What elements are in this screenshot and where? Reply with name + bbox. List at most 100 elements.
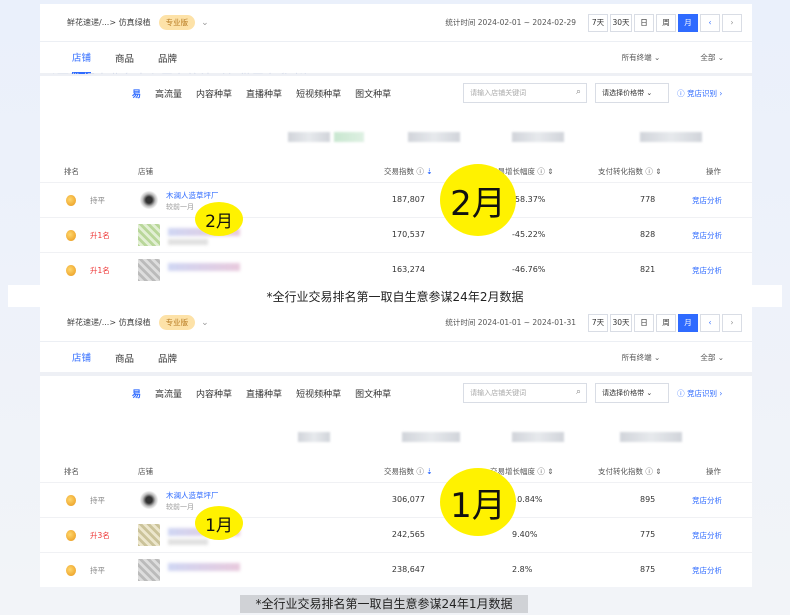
table-row: 升1名 163,274 -46.76% 821 竞店分析 bbox=[40, 252, 752, 287]
jan-pro-badge: 专业版 bbox=[158, 315, 196, 330]
analyze-link[interactable]: 竞店分析 bbox=[692, 530, 722, 541]
store-logo bbox=[138, 524, 160, 546]
period-7d-button[interactable]: 7天 bbox=[588, 13, 608, 32]
subtab-live[interactable]: 直播种草 bbox=[246, 87, 282, 100]
subtab-trade[interactable]: 易 bbox=[132, 387, 141, 400]
tab-product[interactable]: 商品 bbox=[115, 342, 134, 374]
price-band-label: 请选择价格带 bbox=[602, 89, 645, 97]
col-store: 店铺 bbox=[138, 167, 153, 176]
trade-growth: 9.40% bbox=[512, 530, 538, 539]
prev-arrow-icon[interactable]: ‹ bbox=[700, 313, 720, 332]
feb-breadcrumb[interactable]: 鲜花速递/...> 仿真绿植 bbox=[67, 17, 151, 28]
store-search-input[interactable]: 请输入店铺关键词 ⌕ bbox=[463, 383, 588, 403]
price-band-label: 请选择价格带 bbox=[602, 389, 645, 397]
col-conversion[interactable]: 支付转化指数 ⓘ ⇕ bbox=[598, 166, 662, 177]
subtab-image-text[interactable]: 图文种草 bbox=[355, 387, 391, 400]
next-arrow-icon[interactable]: › bbox=[722, 313, 742, 332]
subtab-short-video[interactable]: 短视频种草 bbox=[296, 387, 341, 400]
subtab-high-traffic[interactable]: 高流量 bbox=[155, 87, 182, 100]
medal-icon bbox=[66, 265, 76, 276]
period-day-button[interactable]: 日 bbox=[634, 13, 654, 32]
period-month-button[interactable]: 月 bbox=[678, 313, 698, 332]
month-highlight-bubble-small: 1月 bbox=[195, 506, 243, 540]
price-band-select[interactable]: 请选择价格带 ⌄ bbox=[595, 83, 670, 103]
period-30d-button[interactable]: 30天 bbox=[610, 13, 632, 32]
scope-label: 全部 bbox=[700, 53, 716, 62]
period-30d-button[interactable]: 30天 bbox=[610, 313, 632, 332]
col-trade-index[interactable]: 交易指数 ⓘ ⇣ bbox=[384, 466, 433, 477]
col-conversion[interactable]: 支付转化指数 ⓘ ⇕ bbox=[598, 466, 662, 477]
trade-index: 170,537 bbox=[391, 230, 425, 239]
trade-index: 163,274 bbox=[391, 265, 425, 274]
store-logo bbox=[138, 224, 160, 246]
scope-select[interactable]: 全部 ⌄ bbox=[700, 352, 724, 363]
search-placeholder: 请输入店铺关键词 bbox=[470, 89, 527, 97]
competitor-identify-link[interactable]: ⓘ 竞店识别 › bbox=[677, 88, 722, 99]
tab-store[interactable]: 店铺 bbox=[72, 42, 92, 74]
scope-select[interactable]: 全部 ⌄ bbox=[700, 52, 724, 63]
competitor-identify-link[interactable]: ⓘ 竞店识别 › bbox=[677, 388, 722, 399]
col-trade-index-label: 交易指数 bbox=[384, 467, 414, 476]
period-day-button[interactable]: 日 bbox=[634, 313, 654, 332]
blurred-metric bbox=[334, 132, 364, 142]
subtab-trade[interactable]: 易 bbox=[132, 87, 141, 100]
analyze-link[interactable]: 竞店分析 bbox=[692, 265, 722, 276]
chevron-down-icon[interactable]: ⌄ bbox=[201, 318, 209, 328]
tab-brand[interactable]: 品牌 bbox=[158, 42, 177, 74]
analyze-link[interactable]: 竞店分析 bbox=[692, 195, 722, 206]
competitor-identify-label: 竞店识别 bbox=[686, 88, 717, 98]
subtab-content[interactable]: 内容种草 bbox=[196, 387, 232, 400]
terminal-select[interactable]: 所有终端 ⌄ bbox=[622, 352, 661, 363]
col-trade-index[interactable]: 交易指数 ⓘ ⇣ bbox=[384, 166, 433, 177]
store-name[interactable]: 木澜人造草坪厂 bbox=[166, 190, 219, 201]
blurred-metric bbox=[620, 432, 682, 442]
blurred-metric bbox=[408, 132, 460, 142]
jan-breadcrumb[interactable]: 鲜花速递/...> 仿真绿植 bbox=[67, 317, 151, 328]
medal-icon bbox=[66, 565, 76, 576]
store-name[interactable]: 木澜人造草坪厂 bbox=[166, 490, 219, 501]
feb-caption: *全行业交易排名第一取自生意参谋24年2月数据 bbox=[266, 290, 524, 304]
jan-table-header: 排名 店铺 交易指数 ⓘ ⇣ 交易增长幅度 ⓘ ⇕ 支付转化指数 ⓘ ⇕ 操作 bbox=[40, 462, 752, 482]
tab-store[interactable]: 店铺 bbox=[72, 342, 92, 374]
competitor-identify-label: 竞店识别 bbox=[686, 388, 717, 398]
table-row: 持平 木澜人造草坪厂 较前一月 187,807 -58.37% 778 竞店分析 bbox=[40, 182, 752, 217]
terminal-select[interactable]: 所有终端 ⌄ bbox=[622, 52, 661, 63]
period-month-button[interactable]: 月 bbox=[678, 13, 698, 32]
chevron-down-icon[interactable]: ⌄ bbox=[201, 18, 209, 28]
rank-change: 持平 bbox=[90, 496, 105, 505]
rank-change: 持平 bbox=[90, 196, 105, 205]
search-icon: ⌕ bbox=[576, 87, 582, 97]
period-week-button[interactable]: 周 bbox=[656, 13, 676, 32]
price-band-select[interactable]: 请选择价格带 ⌄ bbox=[595, 383, 670, 403]
tab-brand[interactable]: 品牌 bbox=[158, 342, 177, 374]
table-row: 持平 木澜人造草坪厂 较前一月 306,077 10.84% 895 竞店分析 bbox=[40, 482, 752, 517]
analyze-link[interactable]: 竞店分析 bbox=[692, 565, 722, 576]
subtab-content[interactable]: 内容种草 bbox=[196, 87, 232, 100]
subtab-short-video[interactable]: 短视频种草 bbox=[296, 87, 341, 100]
analyze-link[interactable]: 竞店分析 bbox=[692, 230, 722, 241]
period-7d-button[interactable]: 7天 bbox=[588, 313, 608, 332]
store-search-input[interactable]: 请输入店铺关键词 ⌕ bbox=[463, 83, 588, 103]
col-action: 操作 bbox=[706, 467, 721, 476]
jan-period: 统计时间 2024-01-01 ~ 2024-01-31 bbox=[445, 318, 576, 327]
subtab-high-traffic[interactable]: 高流量 bbox=[155, 387, 182, 400]
conversion-index: 778 bbox=[640, 195, 656, 204]
rank-change: 持平 bbox=[90, 566, 105, 575]
search-icon: ⌕ bbox=[576, 387, 582, 397]
next-arrow-icon[interactable]: › bbox=[722, 13, 742, 32]
scope-label: 全部 bbox=[700, 353, 716, 362]
month-highlight-bubble: 2月 bbox=[440, 164, 516, 236]
conversion-index: 875 bbox=[640, 565, 656, 574]
subtab-live[interactable]: 直播种草 bbox=[246, 387, 282, 400]
prev-arrow-icon[interactable]: ‹ bbox=[700, 13, 720, 32]
table-row: 升3名 242,565 9.40% 775 竞店分析 bbox=[40, 517, 752, 552]
trade-growth: 2.8% bbox=[512, 565, 533, 574]
subtab-image-text[interactable]: 图文种草 bbox=[355, 87, 391, 100]
feb-header-bar: 鲜花速递/...> 仿真绿植 专业版 ⌄ 统计时间 2024-02-01 ~ 2… bbox=[40, 4, 752, 42]
period-week-button[interactable]: 周 bbox=[656, 313, 676, 332]
tab-product[interactable]: 商品 bbox=[115, 42, 134, 74]
conversion-index: 895 bbox=[640, 495, 656, 504]
col-action: 操作 bbox=[706, 167, 721, 176]
store-logo bbox=[138, 559, 160, 581]
analyze-link[interactable]: 竞店分析 bbox=[692, 495, 722, 506]
